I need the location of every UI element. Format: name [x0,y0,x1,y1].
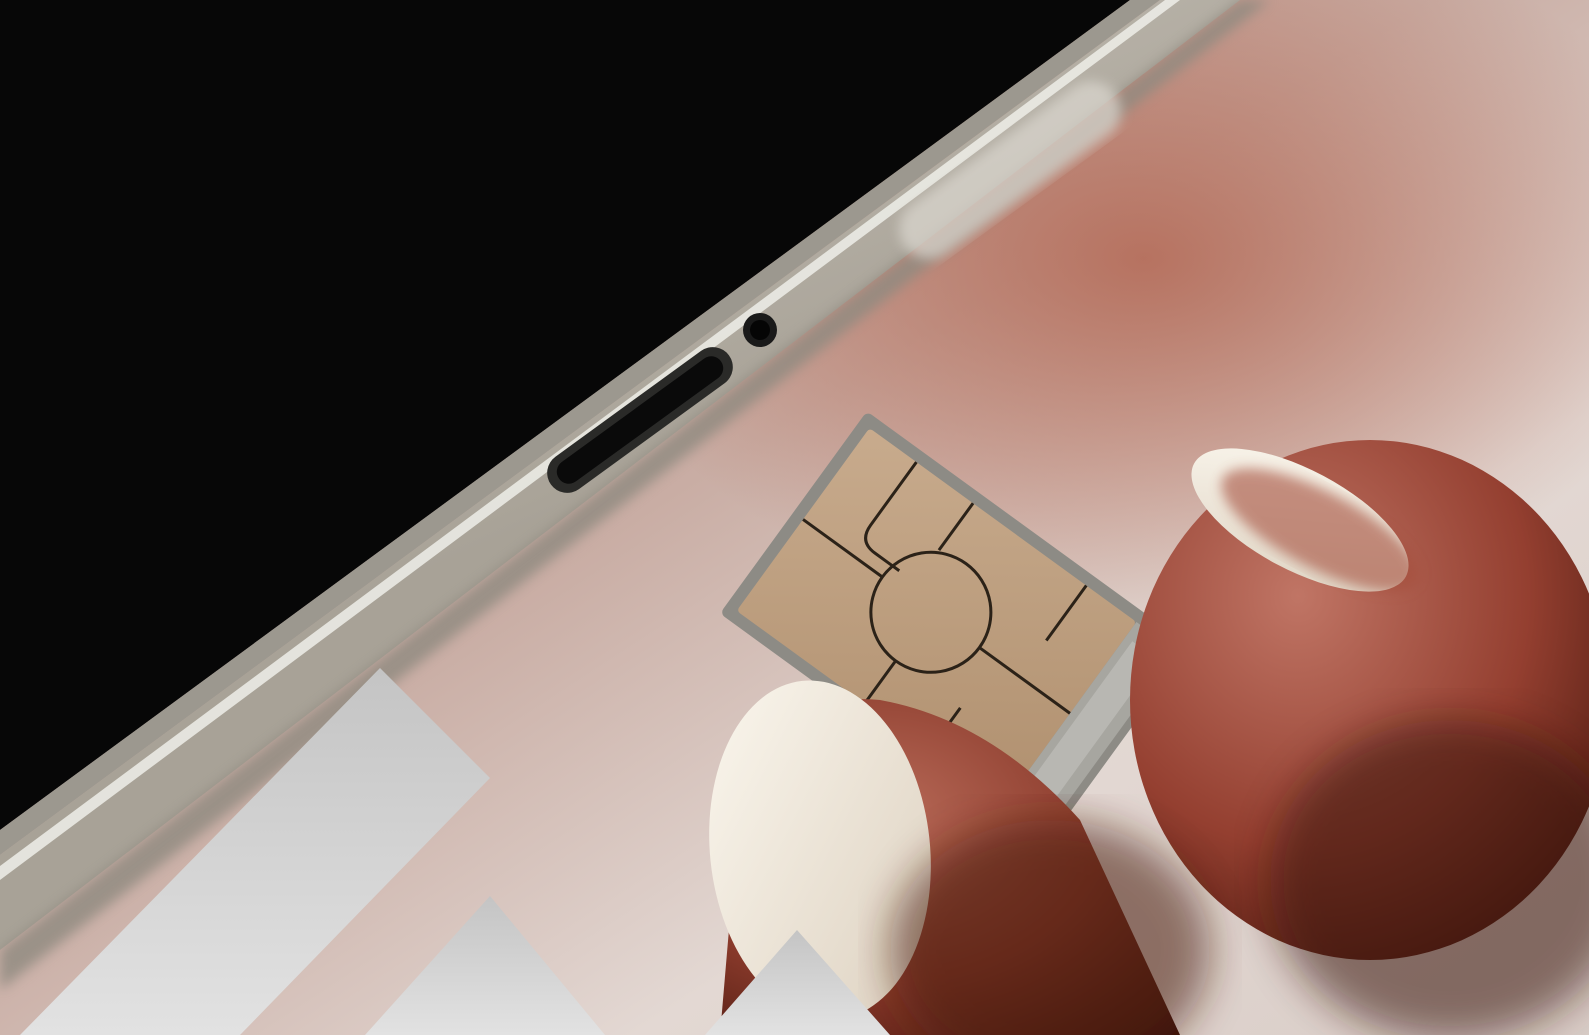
photo-canvas [0,0,1589,1035]
photo-scene [0,0,1589,1035]
